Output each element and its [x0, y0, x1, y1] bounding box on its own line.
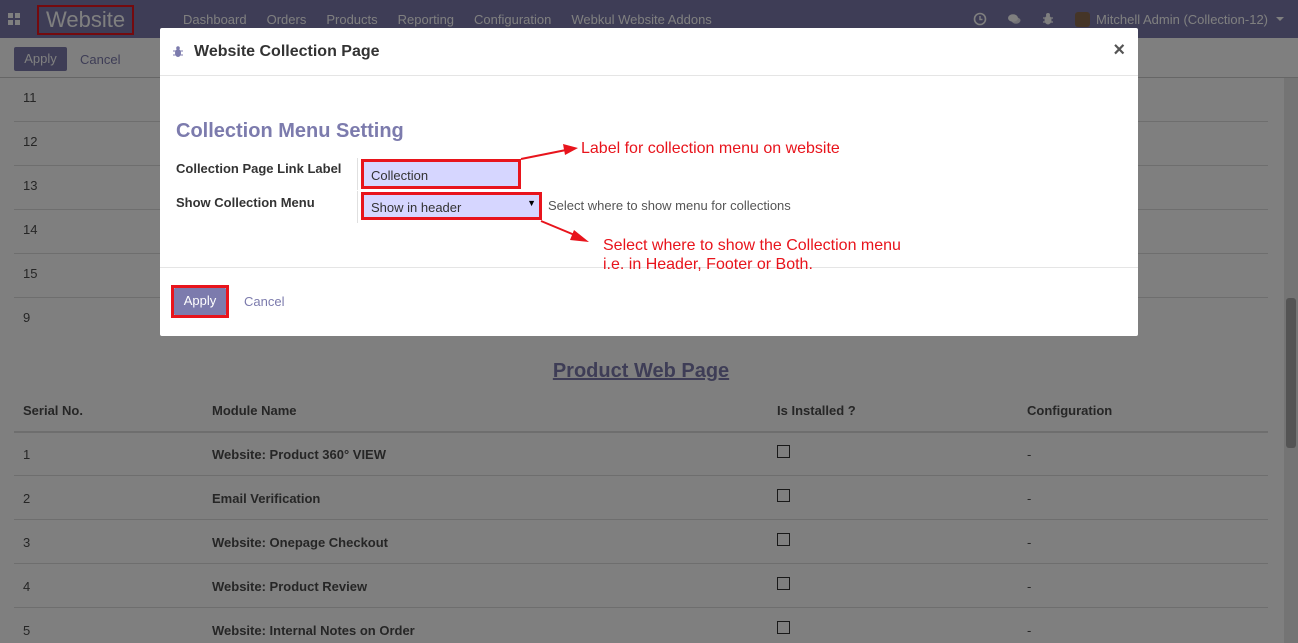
- dialog-header: Website Collection Page ×: [160, 28, 1138, 76]
- dialog-apply-button[interactable]: Apply: [171, 285, 229, 318]
- menu-annotation-line2: i.e. in Header, Footer or Both.: [603, 256, 813, 273]
- dialog-footer: Apply Cancel: [160, 267, 1138, 336]
- dialog-title: Website Collection Page: [194, 43, 380, 60]
- collection-settings-dialog: Website Collection Page × Collection Men…: [160, 28, 1138, 336]
- menu-annotation-line1: Select where to show the Collection menu: [603, 237, 901, 254]
- dialog-apply-label: Apply: [174, 288, 226, 315]
- collection-menu-setting-title: Collection Menu Setting: [176, 120, 404, 142]
- show-menu-selected-value: Show in header: [371, 200, 462, 215]
- dialog-cancel-button[interactable]: Cancel: [244, 294, 284, 309]
- link-label-field-label: Collection Page Link Label: [176, 161, 342, 176]
- close-icon[interactable]: ×: [1113, 39, 1125, 62]
- collection-link-label-value: Collection: [371, 168, 429, 183]
- show-collection-menu-select[interactable]: Show in header ▼: [361, 192, 542, 220]
- dropdown-arrow-icon: ▼: [527, 198, 536, 208]
- field-divider: [357, 191, 358, 223]
- debug-bug-icon: [173, 46, 183, 57]
- collection-link-label-input[interactable]: Collection: [361, 159, 521, 189]
- show-menu-field-label: Show Collection Menu: [176, 195, 315, 210]
- field-divider: [357, 158, 358, 190]
- show-menu-help-text: Select where to show menu for collection…: [548, 198, 791, 213]
- label-annotation: Label for collection menu on website: [581, 140, 840, 157]
